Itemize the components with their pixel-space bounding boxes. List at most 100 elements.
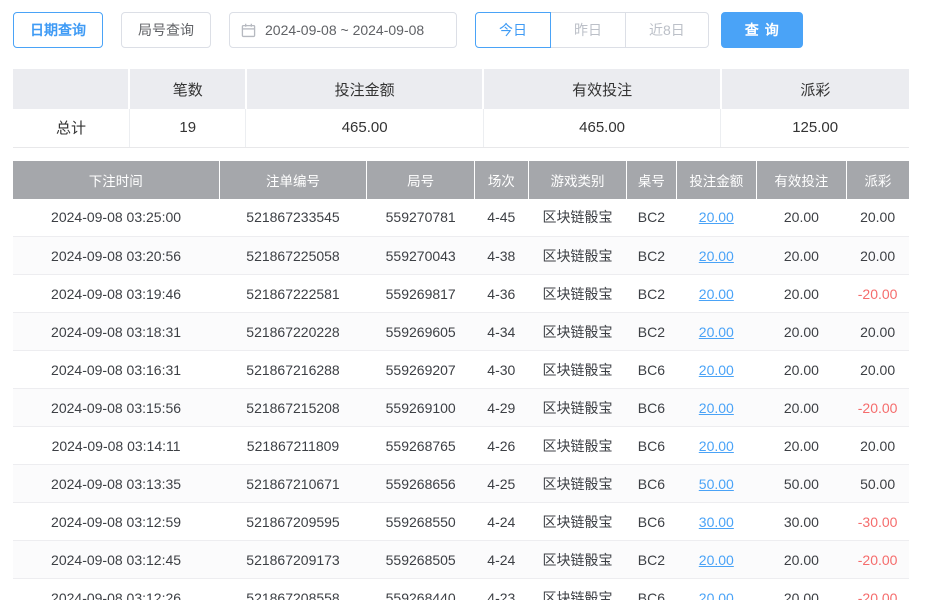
bet-amount-cell: 20.00 <box>676 237 757 275</box>
session-cell: 4-34 <box>474 313 528 351</box>
bet-amount-cell: 20.00 <box>676 275 757 313</box>
payout-cell: -20.00 <box>846 541 909 579</box>
bet-id-cell: 521867209173 <box>219 541 367 579</box>
bet-amount-link[interactable]: 50.00 <box>699 476 734 492</box>
search-button[interactable]: 查询 <box>721 12 803 48</box>
query-toolbar: 日期查询 局号查询 2024-09-08 ~ 2024-09-08 今日 昨日 … <box>13 12 945 48</box>
summary-total-label: 总计 <box>13 109 129 147</box>
payout-cell: 20.00 <box>846 237 909 275</box>
bet-amount-link[interactable]: 20.00 <box>699 590 734 600</box>
table-no-cell: BC2 <box>627 541 676 579</box>
col-header-bet-time: 下注时间 <box>13 161 219 199</box>
game-type-cell: 区块链骰宝 <box>528 313 627 351</box>
game-type-cell: 区块链骰宝 <box>528 351 627 389</box>
bet-amount-link[interactable]: 20.00 <box>699 362 734 378</box>
table-row: 2024-09-08 03:18:31521867220228559269605… <box>13 313 909 351</box>
bet-time-cell: 2024-09-08 03:15:56 <box>13 389 219 427</box>
records-tbody: 2024-09-08 03:25:00521867233545559270781… <box>13 199 909 600</box>
bet-id-cell: 521867233545 <box>219 199 367 237</box>
game-type-cell: 区块链骰宝 <box>528 275 627 313</box>
game-type-cell: 区块链骰宝 <box>528 503 627 541</box>
bet-amount-cell: 20.00 <box>676 541 757 579</box>
summary-table: 笔数 投注金额 有效投注 派彩 总计 19 465.00 465.00 125.… <box>13 69 909 148</box>
valid-bet-cell: 20.00 <box>757 237 847 275</box>
session-cell: 4-30 <box>474 351 528 389</box>
payout-cell: 20.00 <box>846 351 909 389</box>
calendar-icon <box>241 23 256 38</box>
summary-header-bet-amount: 投注金额 <box>246 69 483 109</box>
round-id-cell: 559269207 <box>367 351 475 389</box>
payout-cell: 20.00 <box>846 313 909 351</box>
round-query-tab-button[interactable]: 局号查询 <box>121 12 211 48</box>
bet-amount-cell: 20.00 <box>676 199 757 237</box>
session-cell: 4-29 <box>474 389 528 427</box>
summary-header-valid-bet: 有效投注 <box>483 69 720 109</box>
bet-amount-link[interactable]: 20.00 <box>699 248 734 264</box>
bet-id-cell: 521867208558 <box>219 579 367 600</box>
today-button[interactable]: 今日 <box>475 12 551 48</box>
round-id-cell: 559268505 <box>367 541 475 579</box>
table-row: 2024-09-08 03:15:56521867215208559269100… <box>13 389 909 427</box>
table-row: 2024-09-08 03:20:56521867225058559270043… <box>13 237 909 275</box>
col-header-bet-id: 注单编号 <box>219 161 367 199</box>
table-no-cell: BC6 <box>627 389 676 427</box>
payout-cell: -30.00 <box>846 503 909 541</box>
quick-range-button-group: 今日 昨日 近8日 <box>475 12 709 48</box>
col-header-valid-bet: 有效投注 <box>757 161 847 199</box>
bet-amount-link[interactable]: 20.00 <box>699 400 734 416</box>
bet-amount-cell: 20.00 <box>676 313 757 351</box>
table-no-cell: BC2 <box>627 237 676 275</box>
round-id-cell: 559269100 <box>367 389 475 427</box>
bet-amount-link[interactable]: 20.00 <box>699 324 734 340</box>
table-row: 2024-09-08 03:25:00521867233545559270781… <box>13 199 909 237</box>
bet-id-cell: 521867222581 <box>219 275 367 313</box>
bet-amount-link[interactable]: 20.00 <box>699 286 734 302</box>
yesterday-button[interactable]: 昨日 <box>550 12 626 48</box>
payout-cell: 20.00 <box>846 427 909 465</box>
game-type-cell: 区块链骰宝 <box>528 579 627 600</box>
table-row: 2024-09-08 03:12:59521867209595559268550… <box>13 503 909 541</box>
bet-time-cell: 2024-09-08 03:12:45 <box>13 541 219 579</box>
bet-time-cell: 2024-09-08 03:12:59 <box>13 503 219 541</box>
bet-id-cell: 521867220228 <box>219 313 367 351</box>
valid-bet-cell: 20.00 <box>757 313 847 351</box>
date-range-value: 2024-09-08 ~ 2024-09-08 <box>265 22 424 38</box>
bet-amount-link[interactable]: 20.00 <box>699 209 734 225</box>
bet-id-cell: 521867210671 <box>219 465 367 503</box>
round-id-cell: 559269817 <box>367 275 475 313</box>
valid-bet-cell: 20.00 <box>757 351 847 389</box>
bet-amount-link[interactable]: 20.00 <box>699 438 734 454</box>
bet-amount-link[interactable]: 30.00 <box>699 514 734 530</box>
round-id-cell: 559268656 <box>367 465 475 503</box>
bet-time-cell: 2024-09-08 03:13:35 <box>13 465 219 503</box>
session-cell: 4-36 <box>474 275 528 313</box>
table-row: 2024-09-08 03:16:31521867216288559269207… <box>13 351 909 389</box>
round-id-cell: 559268550 <box>367 503 475 541</box>
bet-amount-link[interactable]: 20.00 <box>699 552 734 568</box>
valid-bet-cell: 20.00 <box>757 579 847 600</box>
session-cell: 4-25 <box>474 465 528 503</box>
table-row: 2024-09-08 03:19:46521867222581559269817… <box>13 275 909 313</box>
valid-bet-cell: 20.00 <box>757 427 847 465</box>
summary-total-valid-bet: 465.00 <box>483 109 720 147</box>
summary-header-row: 笔数 投注金额 有效投注 派彩 <box>13 69 909 109</box>
bet-amount-cell: 20.00 <box>676 579 757 600</box>
date-query-tab-button[interactable]: 日期查询 <box>13 12 103 48</box>
table-row: 2024-09-08 03:14:11521867211809559268765… <box>13 427 909 465</box>
session-cell: 4-26 <box>474 427 528 465</box>
bet-time-cell: 2024-09-08 03:16:31 <box>13 351 219 389</box>
date-range-picker[interactable]: 2024-09-08 ~ 2024-09-08 <box>229 12 457 48</box>
col-header-table-no: 桌号 <box>627 161 676 199</box>
bet-time-cell: 2024-09-08 03:25:00 <box>13 199 219 237</box>
table-no-cell: BC2 <box>627 199 676 237</box>
session-cell: 4-38 <box>474 237 528 275</box>
round-id-cell: 559268765 <box>367 427 475 465</box>
last-8-days-button[interactable]: 近8日 <box>625 12 709 48</box>
summary-total-count: 19 <box>129 109 245 147</box>
bet-amount-cell: 50.00 <box>676 465 757 503</box>
valid-bet-cell: 50.00 <box>757 465 847 503</box>
summary-header-count: 笔数 <box>129 69 245 109</box>
col-header-round-id: 局号 <box>367 161 475 199</box>
session-cell: 4-24 <box>474 541 528 579</box>
summary-total-payout: 125.00 <box>721 109 909 147</box>
